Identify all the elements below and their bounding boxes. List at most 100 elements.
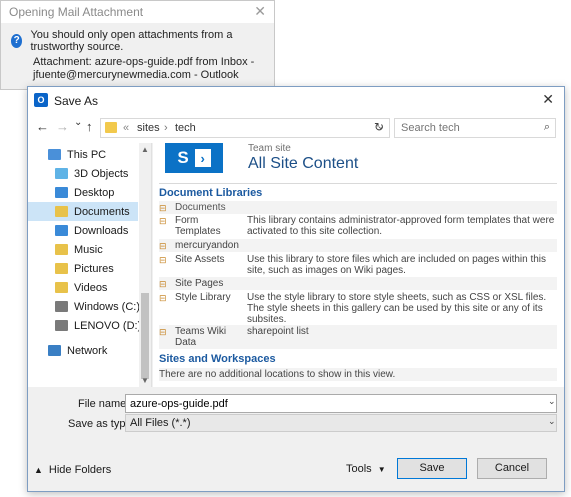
bg-dialog-title: Opening Mail Attachment xyxy=(9,5,144,19)
bg-dialog-attachment-info: Attachment: azure-ops-guide.pdf from Inb… xyxy=(33,56,273,82)
hide-folders-label: Hide Folders xyxy=(48,464,112,476)
library-row-teams-wiki-data[interactable]: ⊟ Teams Wiki Data sharepoint list xyxy=(159,325,557,349)
breadcrumb-tech[interactable]: tech xyxy=(175,122,196,134)
cancel-button[interactable]: Cancel xyxy=(477,458,547,479)
site-label: Team site xyxy=(248,143,291,154)
file-name-dropdown-icon[interactable]: ⌄ xyxy=(548,396,556,407)
drive-icon xyxy=(55,301,68,312)
sidebar-item-label: This PC xyxy=(67,148,107,161)
library-description: Use the style library to store style she… xyxy=(247,292,547,325)
library-icon: ⊟ xyxy=(159,216,167,226)
computer-icon xyxy=(48,149,61,160)
library-row-style-library[interactable]: ⊟ Style Library Use the style library to… xyxy=(159,291,557,325)
save-as-type-dropdown-icon[interactable]: ⌄ xyxy=(548,416,556,427)
search-icon[interactable]: ⌕ xyxy=(544,121,550,134)
sidebar-item-label: Network xyxy=(67,344,108,357)
sidebar-item-label: 3D Objects xyxy=(74,167,129,180)
scrollbar-thumb[interactable] xyxy=(141,293,149,379)
save-as-close-icon[interactable]: ✕ xyxy=(542,91,554,108)
sidebar-item-label: Downloads xyxy=(74,224,129,237)
up-arrow-icon[interactable]: ↑ xyxy=(86,119,93,134)
tools-dropdown-icon: ▼ xyxy=(377,465,386,474)
bg-dialog-titlebar: Opening Mail Attachment ✕ xyxy=(1,1,274,23)
sites-workspaces-heading: Sites and Workspaces xyxy=(159,353,276,365)
folder-downloads-icon xyxy=(55,225,68,236)
save-as-titlebar: O Save As ✕ xyxy=(28,87,564,113)
file-name-label: File name: xyxy=(78,398,130,410)
document-libraries-heading: Document Libraries xyxy=(159,187,263,199)
sidebar-item-label: Windows (C:) xyxy=(74,300,141,313)
folder-documents-icon xyxy=(55,206,68,217)
folder-videos-icon xyxy=(55,282,68,293)
recent-locations-icon[interactable]: ⌄ xyxy=(74,117,82,128)
opening-mail-attachment-dialog: Opening Mail Attachment ✕ ? You should o… xyxy=(0,0,275,90)
library-row-documents[interactable]: ⊟ Documents xyxy=(159,201,557,214)
library-name[interactable]: Form Templates xyxy=(175,215,243,237)
sidebar-item-label: Desktop xyxy=(74,186,115,199)
refresh-icon[interactable]: ↻ xyxy=(374,120,384,134)
library-row-site-pages[interactable]: ⊟ Site Pages xyxy=(159,277,557,290)
sidebar-item-documents[interactable]: Documents xyxy=(28,202,138,221)
breadcrumb-sites[interactable]: sites xyxy=(137,122,160,134)
breadcrumb-separator-icon: › xyxy=(164,122,168,134)
file-name-input[interactable] xyxy=(125,394,557,413)
sidebar-scrollbar[interactable]: ▲ ▼ xyxy=(139,143,151,387)
outlook-app-icon: O xyxy=(34,93,48,107)
scroll-down-icon[interactable]: ▼ xyxy=(141,376,149,385)
sidebar-item-label: Documents xyxy=(74,205,130,218)
hide-folders-toggle[interactable]: ▲ Hide Folders xyxy=(34,464,111,476)
library-icon: ⊟ xyxy=(159,255,167,265)
save-as-dialog: O Save As ✕ ← → ⌄ ↑ « sites › tech ⌄ ↻ ⌕… xyxy=(27,86,565,492)
navigation-pane: This PC 3D Objects Desktop Documents Dow… xyxy=(28,143,152,387)
library-description: sharepoint list xyxy=(247,326,309,337)
sidebar-item-label: Music xyxy=(74,243,103,256)
library-row-form-templates[interactable]: ⊟ Form Templates This library contains a… xyxy=(159,214,557,238)
library-row-mercuryandon[interactable]: ⊟ mercuryandon xyxy=(159,239,557,252)
sharepoint-header: S › Team site All Site Content xyxy=(153,143,564,183)
folder-desktop-icon xyxy=(55,187,68,198)
back-arrow-icon[interactable]: ← xyxy=(36,119,49,134)
library-icon: ⊟ xyxy=(159,203,167,213)
folder-music-icon xyxy=(55,244,68,255)
drive-icon xyxy=(55,320,68,331)
library-icon: ⊟ xyxy=(159,327,167,337)
library-description: Use this library to store files which ar… xyxy=(247,254,547,276)
bg-dialog-warning-text: You should only open attachments from a … xyxy=(30,29,233,53)
sidebar-item-label: Pictures xyxy=(74,262,114,275)
library-row-site-assets[interactable]: ⊟ Site Assets Use this library to store … xyxy=(159,253,557,277)
site-title: All Site Content xyxy=(248,155,359,172)
search-box[interactable]: ⌕ xyxy=(394,118,556,138)
sites-empty-message: There are no additional locations to sho… xyxy=(159,369,396,380)
library-description: This library contains administrator-appr… xyxy=(247,215,555,237)
library-name[interactable]: Documents xyxy=(175,202,243,213)
header-divider xyxy=(159,183,557,184)
forward-arrow-icon[interactable]: → xyxy=(56,119,69,134)
sidebar-item-label: Videos xyxy=(74,281,108,294)
address-bar[interactable]: « sites › tech ⌄ xyxy=(100,118,390,138)
library-name[interactable]: Site Assets xyxy=(175,254,243,265)
library-name[interactable]: mercuryandon xyxy=(175,240,243,251)
tools-label: Tools xyxy=(346,463,372,475)
sidebar-item-label: LENOVO (D:) xyxy=(74,319,142,332)
folder-3d-icon xyxy=(55,168,68,179)
scroll-up-icon[interactable]: ▲ xyxy=(141,145,149,154)
attachment-line-2: jfuente@mercurynewmedia.com - Outlook xyxy=(33,69,239,81)
path-overflow[interactable]: « xyxy=(123,122,129,134)
library-name[interactable]: Style Library xyxy=(175,292,243,303)
library-name[interactable]: Site Pages xyxy=(175,278,243,289)
library-name[interactable]: Teams Wiki Data xyxy=(175,326,243,348)
chevron-up-icon: ▲ xyxy=(34,465,43,475)
question-icon: ? xyxy=(11,34,23,48)
save-as-title: Save As xyxy=(54,94,99,108)
attachment-line-1: Attachment: azure-ops-guide.pdf from Inb… xyxy=(33,56,255,68)
library-icon: ⊟ xyxy=(159,241,167,251)
library-icon: ⊟ xyxy=(159,279,167,289)
library-icon: ⊟ xyxy=(159,293,167,303)
bg-dialog-close-icon[interactable]: ✕ xyxy=(254,3,266,20)
save-button[interactable]: Save xyxy=(397,458,467,479)
save-as-type-select[interactable]: All Files (*.*) xyxy=(125,414,557,432)
search-input[interactable] xyxy=(399,120,529,136)
tools-menu-button[interactable]: Tools ▼ xyxy=(346,463,386,475)
sites-empty-message-row: There are no additional locations to sho… xyxy=(159,368,557,381)
navigation-bar: ← → ⌄ ↑ « sites › tech ⌄ ↻ ⌕ xyxy=(28,113,564,143)
